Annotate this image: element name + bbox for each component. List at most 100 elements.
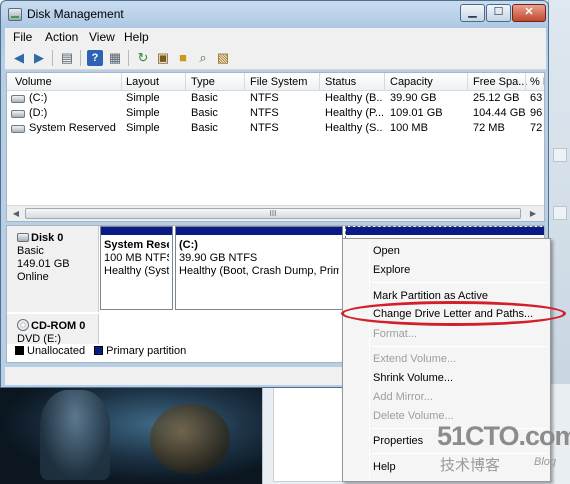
toolbar-separator — [80, 50, 81, 66]
primary-partition-bar — [176, 227, 342, 235]
console-tree-icon[interactable]: ▤ — [59, 50, 75, 66]
menu-action[interactable]: Action — [45, 30, 78, 44]
volume-list: Volume Layout Type File System Status Ca… — [6, 72, 545, 222]
drive-icon — [11, 125, 25, 133]
cell-layout: Simple — [126, 107, 160, 119]
scrollbar-thumb[interactable]: III — [25, 208, 521, 219]
scroll-right-icon[interactable]: ▶ — [527, 208, 539, 219]
title-bar[interactable]: Disk Management ▁ ☐ ✕ — [1, 1, 548, 28]
export-icon[interactable]: ▧ — [215, 50, 231, 66]
menu-help[interactable]: Help — [124, 30, 149, 44]
watermark-logo: 51CTO.com — [437, 421, 570, 451]
menu-bar: File Action View Help — [5, 28, 546, 46]
watermark-subtitle: 技术博客 — [440, 457, 501, 474]
menu-item-open[interactable]: Open — [373, 245, 400, 257]
cell-file-system: NTFS — [250, 107, 279, 119]
partition-detail: 39.90 GB NTFS — [179, 252, 258, 264]
table-row[interactable]: (D:) Simple Basic NTFS Healthy (P... 109… — [7, 107, 544, 122]
disk-size: 149.01 GB — [17, 258, 70, 270]
legend-unallocated: Unallocated — [27, 345, 86, 357]
column-divider[interactable] — [384, 73, 385, 91]
maximize-button[interactable]: ☐ — [486, 4, 511, 22]
column-divider[interactable] — [244, 73, 245, 91]
horizontal-scrollbar[interactable]: ◀ III ▶ — [7, 205, 544, 221]
cell-status: Healthy (B... — [325, 92, 383, 104]
partition-c[interactable]: (C:) 39.90 GB NTFS Healthy (Boot, Crash … — [175, 226, 343, 310]
annotation-highlight-ellipse — [341, 301, 566, 326]
disk-state: Online — [17, 271, 49, 283]
toolbar: ◀ ▶ ▤ ? ▦ ↻ ▣ ■ ⌕ ▧ — [5, 46, 546, 70]
partition-title: System Rese — [104, 239, 169, 251]
primary-partition-bar — [346, 227, 544, 235]
disk-0-label[interactable]: Disk 0 Basic 149.01 GB Online — [7, 226, 99, 312]
forward-icon[interactable]: ▶ — [31, 50, 47, 66]
cell-layout: Simple — [126, 92, 160, 104]
column-divider[interactable] — [525, 73, 526, 91]
properties-sheet-icon[interactable]: ▣ — [155, 50, 171, 66]
column-volume[interactable]: Volume — [15, 76, 52, 88]
cdrom-0-label[interactable]: CD-ROM 0 DVD (E:) — [7, 314, 99, 345]
disk-type: Basic — [17, 245, 44, 257]
menu-file[interactable]: File — [13, 30, 32, 44]
primary-partition-bar — [101, 227, 172, 235]
cdrom-name: CD-ROM 0 — [31, 320, 86, 332]
toolbar-separator — [52, 50, 53, 66]
menu-item-format[interactable]: Format... — [373, 328, 417, 340]
column-file-system[interactable]: File System — [250, 76, 307, 88]
column-free-space[interactable]: Free Spa... — [473, 76, 527, 88]
column-status[interactable]: Status — [325, 76, 356, 88]
search-icon[interactable]: ⌕ — [195, 50, 211, 66]
column-layout[interactable]: Layout — [126, 76, 159, 88]
back-icon[interactable]: ◀ — [11, 50, 27, 66]
cell-capacity: 109.01 GB — [390, 107, 443, 119]
column-divider[interactable] — [185, 73, 186, 91]
partition-status: Healthy (Syst — [104, 265, 169, 277]
legend: Unallocated Primary partition — [15, 345, 186, 359]
column-divider[interactable] — [319, 73, 320, 91]
column-divider[interactable] — [121, 73, 122, 91]
primary-partition-swatch — [94, 346, 104, 355]
cell-percent-free: 72 — [530, 122, 543, 134]
help-icon[interactable]: ? — [87, 50, 103, 66]
scroll-left-icon[interactable]: ◀ — [10, 208, 22, 219]
partition-system-reserved[interactable]: System Rese 100 MB NTFS Healthy (Syst — [100, 226, 173, 310]
properties-icon[interactable]: ▦ — [107, 50, 123, 66]
column-capacity[interactable]: Capacity — [390, 76, 433, 88]
cell-layout: Simple — [126, 122, 160, 134]
column-divider[interactable] — [467, 73, 468, 91]
cell-volume: (D:) — [29, 107, 48, 119]
background-window-pane — [273, 386, 349, 482]
refresh-icon[interactable]: ↻ — [135, 50, 151, 66]
close-button[interactable]: ✕ — [512, 4, 546, 22]
window-title: Disk Management — [27, 7, 124, 21]
cell-file-system: NTFS — [250, 92, 279, 104]
disk-icon — [17, 233, 29, 242]
desktop-wallpaper-image — [0, 384, 262, 484]
menu-item-extend-volume[interactable]: Extend Volume... — [373, 353, 456, 365]
watermark-blog: Blog — [534, 456, 557, 468]
unallocated-swatch — [15, 346, 24, 355]
menu-item-explore[interactable]: Explore — [373, 264, 410, 276]
menu-item-shrink-volume[interactable]: Shrink Volume... — [373, 372, 453, 384]
column-type[interactable]: Type — [191, 76, 215, 88]
cell-type: Basic — [191, 107, 218, 119]
drive-icon — [11, 95, 25, 103]
column-percent-free[interactable]: % F — [530, 76, 544, 88]
toolbar-separator — [128, 50, 129, 66]
cell-status: Healthy (S... — [325, 122, 383, 134]
table-row[interactable]: System Reserved Simple Basic NTFS Health… — [7, 122, 544, 137]
background-window-edge — [548, 0, 570, 384]
minimize-button[interactable]: ▁ — [460, 4, 485, 22]
cell-type: Basic — [191, 122, 218, 134]
menu-item-add-mirror[interactable]: Add Mirror... — [373, 391, 433, 403]
disk-management-app-icon — [8, 8, 22, 21]
open-icon[interactable]: ■ — [175, 50, 191, 66]
table-row[interactable]: (C:) Simple Basic NTFS Healthy (B... 39.… — [7, 92, 544, 107]
cell-percent-free: 63 — [530, 92, 543, 104]
partition-title: (C:) — [179, 239, 198, 251]
menu-item-properties[interactable]: Properties — [373, 435, 423, 447]
menu-view[interactable]: View — [89, 30, 115, 44]
cell-percent-free: 96 — [530, 107, 543, 119]
background-scroll-button — [553, 148, 567, 162]
menu-item-help[interactable]: Help — [373, 461, 396, 473]
